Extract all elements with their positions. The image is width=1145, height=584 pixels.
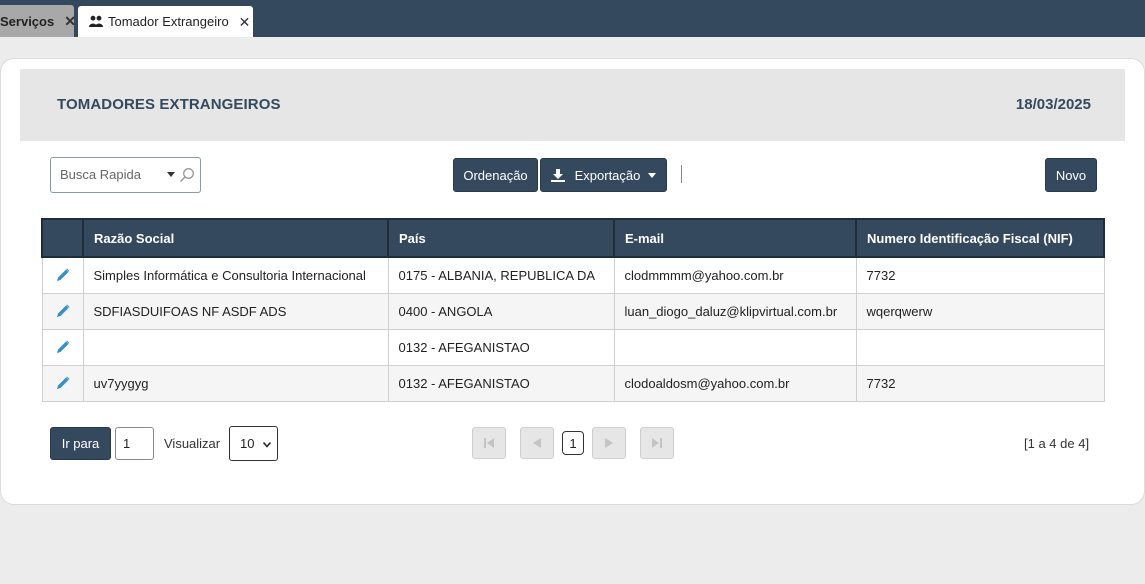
tab-label: Tomador Extrangeiro bbox=[108, 14, 229, 29]
edit-cell[interactable] bbox=[41, 292, 84, 330]
last-page-button[interactable] bbox=[640, 427, 674, 459]
quick-search[interactable]: Busca Rapida bbox=[50, 157, 201, 193]
main-card: TOMADORES EXTRANGEIROS 18/03/2025 Busca … bbox=[0, 58, 1145, 505]
toolbar-divider bbox=[681, 165, 682, 183]
pagination-info: [1 a 4 de 4] bbox=[1024, 436, 1090, 451]
column-header-razao-social[interactable]: Razão Social bbox=[82, 218, 389, 258]
table-row[interactable]: SDFIASDUIFOAS NF ASDF ADS 0400 - ANGOLA … bbox=[41, 292, 1105, 330]
ir-para-button[interactable]: Ir para bbox=[50, 427, 111, 460]
cell-email bbox=[613, 328, 857, 366]
search-icon[interactable] bbox=[179, 167, 195, 183]
page-number-value: 1 bbox=[123, 436, 131, 451]
edit-cell[interactable] bbox=[41, 256, 84, 294]
page-size-select[interactable]: 10 bbox=[229, 426, 278, 461]
novo-label: Novo bbox=[1055, 167, 1087, 183]
first-page-button[interactable] bbox=[472, 427, 506, 459]
pencil-icon[interactable] bbox=[55, 339, 71, 355]
page-number-input[interactable]: 1 bbox=[115, 427, 154, 460]
pencil-icon[interactable] bbox=[55, 375, 71, 391]
table-row[interactable]: Simples Informática e Consultoria Intern… bbox=[41, 256, 1105, 294]
tab-label: Serviços bbox=[0, 13, 55, 29]
users-icon bbox=[89, 15, 103, 27]
current-page[interactable]: 1 bbox=[562, 431, 584, 455]
cell-razao-social bbox=[82, 328, 389, 366]
page-date: 18/03/2025 bbox=[1015, 96, 1091, 113]
ordenacao-button[interactable]: Ordenação bbox=[453, 158, 538, 192]
table-row[interactable]: uv7yygyg 0132 - AFEGANISTAO clodoaldosm@… bbox=[41, 364, 1105, 402]
edit-cell[interactable] bbox=[41, 364, 84, 402]
pencil-icon[interactable] bbox=[55, 267, 71, 283]
cell-email: clodoaldosm@yahoo.com.br bbox=[613, 364, 857, 402]
page-size-value: 10 bbox=[240, 436, 255, 451]
cell-razao-social: Simples Informática e Consultoria Intern… bbox=[82, 256, 389, 294]
close-icon[interactable]: ✕ bbox=[239, 15, 251, 29]
column-header-actions bbox=[41, 218, 84, 258]
ordenacao-label: Ordenação bbox=[463, 167, 528, 183]
table-header-row: Razão Social País E-mail Numero Identifi… bbox=[41, 218, 1105, 258]
visualizar-label: Visualizar bbox=[164, 436, 221, 451]
tab-tomador-extrangeiro[interactable]: Tomador Extrangeiro ✕ bbox=[78, 6, 253, 37]
tab-bar: Serviços ✕ Tomador Extrangeiro ✕ bbox=[0, 0, 1145, 37]
exportacao-label: Exportação bbox=[574, 167, 641, 183]
close-icon[interactable]: ✕ bbox=[64, 14, 76, 28]
page-header: TOMADORES EXTRANGEIROS 18/03/2025 bbox=[20, 69, 1125, 141]
cell-razao-social: SDFIASDUIFOAS NF ASDF ADS bbox=[82, 292, 389, 330]
cell-nif: wqerqwerw bbox=[855, 292, 1105, 330]
table-row[interactable]: 0132 - AFEGANISTAO bbox=[41, 328, 1105, 366]
cell-pais: 0132 - AFEGANISTAO bbox=[387, 364, 615, 402]
tab-servicos[interactable]: Serviços ✕ bbox=[0, 5, 76, 37]
cell-pais: 0175 - ALBANIA, REPUBLICA DA bbox=[387, 256, 615, 294]
cell-email: clodmmmm@yahoo.com.br bbox=[613, 256, 857, 294]
prev-page-button[interactable] bbox=[520, 427, 554, 459]
next-page-icon bbox=[605, 438, 613, 448]
cell-pais: 0132 - AFEGANISTAO bbox=[387, 328, 615, 366]
next-page-button[interactable] bbox=[592, 427, 626, 459]
cell-nif bbox=[855, 328, 1105, 366]
prev-page-icon bbox=[533, 438, 541, 448]
cell-razao-social: uv7yygyg bbox=[82, 364, 389, 402]
first-page-icon bbox=[484, 438, 494, 448]
chevron-down-icon bbox=[263, 442, 271, 448]
download-icon bbox=[550, 168, 565, 182]
cell-nif: 7732 bbox=[855, 364, 1105, 402]
search-placeholder: Busca Rapida bbox=[60, 167, 141, 182]
column-header-nif[interactable]: Numero Identificação Fiscal (NIF) bbox=[855, 218, 1105, 258]
ir-para-label: Ir para bbox=[61, 436, 100, 451]
page-title: TOMADORES EXTRANGEIROS bbox=[57, 96, 281, 113]
cell-pais: 0400 - ANGOLA bbox=[387, 292, 615, 330]
chevron-down-icon[interactable] bbox=[167, 172, 175, 177]
pencil-icon[interactable] bbox=[55, 303, 71, 319]
cell-email: luan_diogo_daluz@klipvirtual.com.br bbox=[613, 292, 857, 330]
column-header-email[interactable]: E-mail bbox=[613, 218, 857, 258]
novo-button[interactable]: Novo bbox=[1045, 158, 1097, 192]
edit-cell[interactable] bbox=[41, 328, 84, 366]
exportacao-button[interactable]: Exportação bbox=[540, 158, 667, 192]
column-header-pais[interactable]: País bbox=[387, 218, 615, 258]
chevron-down-icon bbox=[648, 172, 657, 178]
tomadores-table: Razão Social País E-mail Numero Identifi… bbox=[41, 218, 1105, 402]
last-page-icon bbox=[652, 438, 662, 448]
cell-nif: 7732 bbox=[855, 256, 1105, 294]
